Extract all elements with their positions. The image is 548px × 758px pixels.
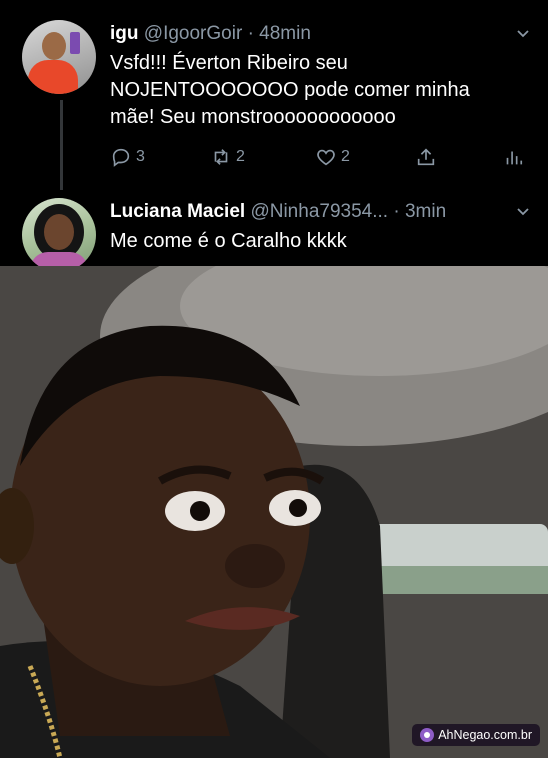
- tweet-actions: 3 2 2: [110, 145, 530, 169]
- tweet-text-line: mãe! Seu monstroooooooooooo: [110, 106, 396, 128]
- tweet[interactable]: Luciana Maciel @Ninha79354... · 3min Me …: [0, 196, 548, 272]
- display-name[interactable]: igu: [110, 23, 139, 44]
- tweet-header: igu @IgoorGoir · 48min: [110, 23, 311, 45]
- share-button[interactable]: [415, 145, 437, 169]
- separator-dot: ·: [247, 23, 254, 44]
- avatar-object: [70, 32, 80, 54]
- meme-photo: AhNegao.com.br: [0, 266, 548, 758]
- stats-button[interactable]: [502, 145, 524, 169]
- timestamp[interactable]: 48min: [259, 23, 311, 44]
- display-name[interactable]: Luciana Maciel: [110, 201, 245, 222]
- tweet[interactable]: igu @IgoorGoir · 48min Vsfd!!! Éverton R…: [0, 10, 548, 190]
- reply-icon: [112, 148, 130, 167]
- retweet-count: 2: [236, 148, 245, 165]
- like-count: 2: [341, 148, 350, 165]
- retweet-icon: [214, 149, 228, 165]
- separator-dot: ·: [393, 201, 400, 222]
- share-icon: [417, 148, 435, 166]
- reply-count: 3: [136, 148, 145, 165]
- avatar-face: [42, 32, 66, 60]
- tweet-text: Vsfd!!! Éverton Ribeiro seu NOJENTOOOOOO…: [110, 50, 530, 131]
- avatar[interactable]: [22, 198, 96, 272]
- watermark: AhNegao.com.br: [412, 724, 540, 746]
- user-handle[interactable]: @IgoorGoir: [144, 23, 243, 44]
- tweet-text-line: Vsfd!!! Éverton Ribeiro seu: [110, 52, 348, 74]
- tweet-thread: igu @IgoorGoir · 48min Vsfd!!! Éverton R…: [0, 0, 548, 272]
- heart-icon: [317, 149, 335, 166]
- tweet-text-line: Me come é o Caralho kkkk: [110, 230, 347, 252]
- photo-illustration: [0, 266, 548, 758]
- reply-button[interactable]: 3: [110, 145, 145, 169]
- watermark-text: AhNegao.com.br: [438, 728, 532, 742]
- avatar-face: [44, 214, 74, 250]
- avatar[interactable]: [22, 20, 96, 94]
- tweet-text-line: NOJENTOOOOOOO pode comer minha: [110, 79, 470, 101]
- user-handle[interactable]: @Ninha79354...: [250, 201, 388, 222]
- watermark-logo-icon: [420, 728, 435, 742]
- stats-icon: [506, 151, 523, 165]
- timestamp[interactable]: 3min: [405, 201, 446, 222]
- avatar-shirt: [28, 60, 78, 94]
- like-button[interactable]: 2: [315, 145, 350, 169]
- tweet-text: Me come é o Caralho kkkk: [110, 228, 530, 255]
- chevron-down-icon[interactable]: [516, 27, 530, 41]
- tweet-header: Luciana Maciel @Ninha79354... · 3min: [110, 201, 446, 223]
- chevron-down-icon[interactable]: [516, 205, 530, 219]
- retweet-button[interactable]: 2: [210, 145, 245, 169]
